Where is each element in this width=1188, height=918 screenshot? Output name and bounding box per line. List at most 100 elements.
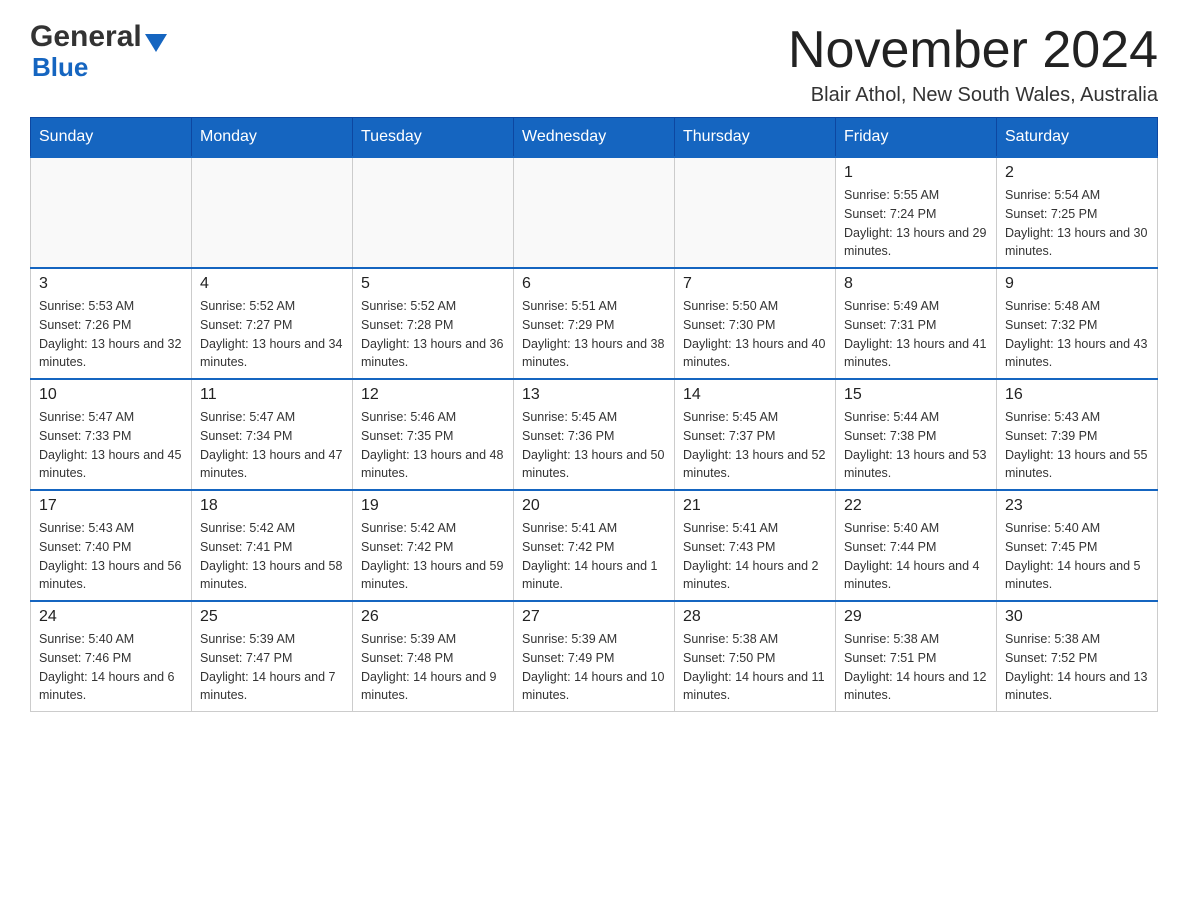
weekday-header-row: SundayMondayTuesdayWednesdayThursdayFrid…: [31, 118, 1158, 158]
calendar-cell: 24Sunrise: 5:40 AMSunset: 7:46 PMDayligh…: [31, 601, 192, 712]
day-info: Sunrise: 5:38 AMSunset: 7:50 PMDaylight:…: [683, 630, 827, 705]
day-number: 25: [200, 608, 344, 626]
calendar-week-3: 10Sunrise: 5:47 AMSunset: 7:33 PMDayligh…: [31, 379, 1158, 490]
calendar-cell: 29 Sunrise: 5:38 AMSunset: 7:51 PMDayligh…: [836, 601, 997, 712]
day-number: 22: [844, 497, 988, 515]
calendar-cell: [31, 157, 192, 268]
calendar-cell: [192, 157, 353, 268]
day-info: Sunrise: 5:39 AMSunset: 7:47 PMDaylight:…: [200, 630, 344, 705]
day-number: 15: [844, 386, 988, 404]
weekday-header-tuesday: Tuesday: [353, 118, 514, 158]
day-number: 24: [39, 608, 183, 626]
day-number: 11: [200, 386, 344, 404]
day-number: 26: [361, 608, 505, 626]
day-number: 20: [522, 497, 666, 515]
logo-triangle-icon: [145, 34, 167, 52]
day-number: 30: [1005, 608, 1149, 626]
calendar-cell: 27 Sunrise: 5:39 AMSunset: 7:49 PMDayligh…: [514, 601, 675, 712]
calendar-cell: 20 Sunrise: 5:41 AMSunset: 7:42 PMDayligh…: [514, 490, 675, 601]
day-info: Sunrise: 5:47 AMSunset: 7:34 PMDaylight:…: [200, 408, 344, 483]
calendar-title: November 2024: [788, 20, 1158, 80]
day-number: 29: [844, 608, 988, 626]
calendar-subtitle: Blair Athol, New South Wales, Australia: [788, 84, 1158, 107]
day-info: Sunrise: 5:53 AMSunset: 7:26 PMDaylight:…: [39, 297, 183, 372]
calendar-cell: [675, 157, 836, 268]
day-info: Sunrise: 5:39 AMSunset: 7:49 PMDaylight:…: [522, 630, 666, 705]
day-number: 23: [1005, 497, 1149, 515]
day-number: 7: [683, 275, 827, 293]
day-info: Sunrise: 5:41 AMSunset: 7:42 PMDaylight:…: [522, 519, 666, 594]
day-info: Sunrise: 5:40 AMSunset: 7:44 PMDaylight:…: [844, 519, 988, 594]
day-info: Sunrise: 5:52 AMSunset: 7:27 PMDaylight:…: [200, 297, 344, 372]
day-info: Sunrise: 5:39 AMSunset: 7:48 PMDaylight:…: [361, 630, 505, 705]
calendar-cell: 21Sunrise: 5:41 AMSunset: 7:43 PMDayligh…: [675, 490, 836, 601]
page-header: General Blue November 2024 Blair Athol, …: [30, 20, 1158, 107]
calendar-week-4: 17 Sunrise: 5:43 AMSunset: 7:40 PMDayligh…: [31, 490, 1158, 601]
calendar-table: SundayMondayTuesdayWednesdayThursdayFrid…: [30, 117, 1158, 712]
day-info: Sunrise: 5:43 AMSunset: 7:40 PMDaylight:…: [39, 519, 183, 594]
day-number: 14: [683, 386, 827, 404]
logo: General Blue: [30, 20, 167, 83]
calendar-cell: 17 Sunrise: 5:43 AMSunset: 7:40 PMDayligh…: [31, 490, 192, 601]
calendar-cell: 1 Sunrise: 5:55 AMSunset: 7:24 PMDaylight…: [836, 157, 997, 268]
day-number: 27: [522, 608, 666, 626]
calendar-week-1: 1 Sunrise: 5:55 AMSunset: 7:24 PMDaylight…: [31, 157, 1158, 268]
day-number: 12: [361, 386, 505, 404]
calendar-cell: 25 Sunrise: 5:39 AMSunset: 7:47 PMDayligh…: [192, 601, 353, 712]
weekday-header-friday: Friday: [836, 118, 997, 158]
day-info: Sunrise: 5:41 AMSunset: 7:43 PMDaylight:…: [683, 519, 827, 594]
day-info: Sunrise: 5:38 AMSunset: 7:51 PMDaylight:…: [844, 630, 988, 705]
calendar-cell: 9 Sunrise: 5:48 AMSunset: 7:32 PMDaylight…: [997, 268, 1158, 379]
calendar-cell: 23 Sunrise: 5:40 AMSunset: 7:45 PMDayligh…: [997, 490, 1158, 601]
calendar-cell: 11 Sunrise: 5:47 AMSunset: 7:34 PMDayligh…: [192, 379, 353, 490]
day-info: Sunrise: 5:38 AMSunset: 7:52 PMDaylight:…: [1005, 630, 1149, 705]
day-info: Sunrise: 5:40 AMSunset: 7:45 PMDaylight:…: [1005, 519, 1149, 594]
calendar-cell: 3 Sunrise: 5:53 AMSunset: 7:26 PMDaylight…: [31, 268, 192, 379]
calendar-cell: 12 Sunrise: 5:46 AMSunset: 7:35 PMDayligh…: [353, 379, 514, 490]
day-info: Sunrise: 5:54 AMSunset: 7:25 PMDaylight:…: [1005, 186, 1149, 261]
day-info: Sunrise: 5:45 AMSunset: 7:37 PMDaylight:…: [683, 408, 827, 483]
day-info: Sunrise: 5:50 AMSunset: 7:30 PMDaylight:…: [683, 297, 827, 372]
day-number: 3: [39, 275, 183, 293]
day-info: Sunrise: 5:48 AMSunset: 7:32 PMDaylight:…: [1005, 297, 1149, 372]
calendar-cell: 15 Sunrise: 5:44 AMSunset: 7:38 PMDayligh…: [836, 379, 997, 490]
calendar-week-5: 24Sunrise: 5:40 AMSunset: 7:46 PMDayligh…: [31, 601, 1158, 712]
day-info: Sunrise: 5:47 AMSunset: 7:33 PMDaylight:…: [39, 408, 183, 483]
calendar-cell: 6 Sunrise: 5:51 AMSunset: 7:29 PMDaylight…: [514, 268, 675, 379]
calendar-cell: 19 Sunrise: 5:42 AMSunset: 7:42 PMDayligh…: [353, 490, 514, 601]
day-info: Sunrise: 5:55 AMSunset: 7:24 PMDaylight:…: [844, 186, 988, 261]
day-info: Sunrise: 5:46 AMSunset: 7:35 PMDaylight:…: [361, 408, 505, 483]
calendar-cell: 7 Sunrise: 5:50 AMSunset: 7:30 PMDaylight…: [675, 268, 836, 379]
day-info: Sunrise: 5:43 AMSunset: 7:39 PMDaylight:…: [1005, 408, 1149, 483]
day-number: 1: [844, 164, 988, 182]
calendar-cell: 26 Sunrise: 5:39 AMSunset: 7:48 PMDayligh…: [353, 601, 514, 712]
day-number: 19: [361, 497, 505, 515]
calendar-cell: 2 Sunrise: 5:54 AMSunset: 7:25 PMDaylight…: [997, 157, 1158, 268]
day-info: Sunrise: 5:51 AMSunset: 7:29 PMDaylight:…: [522, 297, 666, 372]
day-number: 16: [1005, 386, 1149, 404]
calendar-cell: [514, 157, 675, 268]
logo-blue-text: Blue: [32, 52, 88, 83]
day-number: 8: [844, 275, 988, 293]
day-info: Sunrise: 5:52 AMSunset: 7:28 PMDaylight:…: [361, 297, 505, 372]
weekday-header-thursday: Thursday: [675, 118, 836, 158]
calendar-cell: 10Sunrise: 5:47 AMSunset: 7:33 PMDayligh…: [31, 379, 192, 490]
day-number: 2: [1005, 164, 1149, 182]
day-number: 13: [522, 386, 666, 404]
calendar-cell: [353, 157, 514, 268]
calendar-cell: 4Sunrise: 5:52 AMSunset: 7:27 PMDaylight…: [192, 268, 353, 379]
weekday-header-sunday: Sunday: [31, 118, 192, 158]
calendar-cell: 18Sunrise: 5:42 AMSunset: 7:41 PMDayligh…: [192, 490, 353, 601]
day-info: Sunrise: 5:42 AMSunset: 7:42 PMDaylight:…: [361, 519, 505, 594]
weekday-header-monday: Monday: [192, 118, 353, 158]
calendar-cell: 22 Sunrise: 5:40 AMSunset: 7:44 PMDayligh…: [836, 490, 997, 601]
day-number: 28: [683, 608, 827, 626]
day-info: Sunrise: 5:42 AMSunset: 7:41 PMDaylight:…: [200, 519, 344, 594]
day-number: 9: [1005, 275, 1149, 293]
day-number: 6: [522, 275, 666, 293]
title-block: November 2024 Blair Athol, New South Wal…: [788, 20, 1158, 107]
calendar-cell: 13Sunrise: 5:45 AMSunset: 7:36 PMDayligh…: [514, 379, 675, 490]
day-number: 17: [39, 497, 183, 515]
day-info: Sunrise: 5:44 AMSunset: 7:38 PMDaylight:…: [844, 408, 988, 483]
calendar-cell: 14 Sunrise: 5:45 AMSunset: 7:37 PMDayligh…: [675, 379, 836, 490]
